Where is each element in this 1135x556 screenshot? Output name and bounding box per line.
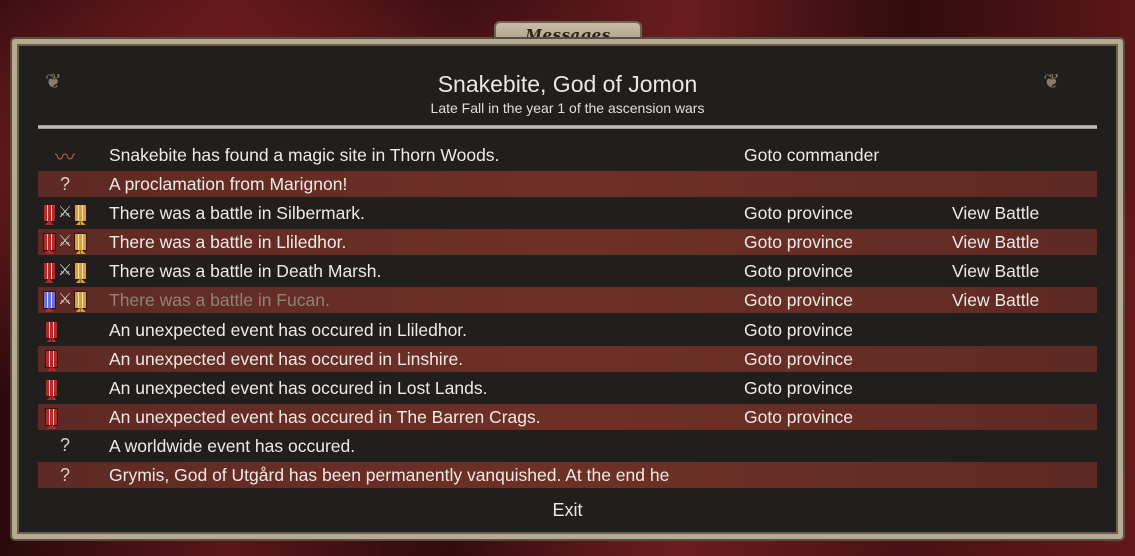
list-item: ⚔ There was a battle in Fucan. Goto prov…	[17, 287, 1118, 314]
battle-icon: ⚔	[35, 230, 95, 255]
goto-province-button[interactable]: Goto province	[744, 232, 853, 253]
list-item: An unexpected event has occured in Lost …	[17, 375, 1118, 401]
list-item: An unexpected event has occured in Llile…	[17, 317, 1118, 343]
message-text[interactable]: A proclamation from Marignon!	[109, 174, 347, 195]
list-item: An unexpected event has occured in The B…	[17, 403, 1118, 430]
banner-icon	[35, 405, 95, 429]
goto-province-button[interactable]: Goto province	[744, 203, 853, 224]
message-text[interactable]: A worldwide event has occured.	[109, 436, 355, 457]
list-item: 〰 Snakebite has found a magic site in Th…	[17, 142, 1118, 169]
exit-button[interactable]: Exit	[17, 500, 1118, 521]
view-battle-button[interactable]: View Battle	[952, 261, 1039, 282]
list-item: ⚔ There was a battle in Lliledhor. Goto …	[17, 229, 1118, 256]
message-text[interactable]: An unexpected event has occured in The B…	[109, 407, 541, 428]
goto-province-button[interactable]: Goto province	[744, 290, 853, 311]
list-item: ⚔ There was a battle in Silbermark. Goto…	[17, 200, 1118, 226]
goto-commander-button[interactable]: Goto commander	[744, 145, 879, 166]
banner-icon	[35, 376, 95, 400]
message-text[interactable]: There was a battle in Death Marsh.	[109, 261, 381, 282]
question-icon: ?	[59, 173, 70, 194]
list-item: ? Grymis, God of Utgård has been permane…	[17, 462, 1118, 489]
banner-icon	[35, 318, 95, 342]
message-text[interactable]: Grymis, God of Utgård has been permanent…	[109, 465, 669, 486]
message-text[interactable]: There was a battle in Lliledhor.	[109, 232, 346, 253]
goto-province-button[interactable]: Goto province	[744, 349, 853, 370]
goto-province-button[interactable]: Goto province	[744, 407, 853, 428]
page-title: Snakebite, God of Jomon	[437, 71, 698, 97]
battle-icon: ⚔	[35, 288, 95, 313]
goto-province-button[interactable]: Goto province	[744, 320, 853, 341]
message-list: 〰 Snakebite has found a magic site in Th…	[17, 142, 1118, 491]
message-text[interactable]: There was a battle in Fucan.	[109, 290, 330, 311]
message-text[interactable]: An unexpected event has occured in Linsh…	[109, 349, 463, 370]
question-icon: ?	[59, 435, 70, 456]
page-subtitle: Late Fall in the year 1 of the ascension…	[430, 100, 705, 116]
list-item: ⚔ There was a battle in Death Marsh. Got…	[17, 258, 1118, 284]
view-battle-button[interactable]: View Battle	[952, 290, 1039, 311]
battle-icon: ⚔	[35, 201, 95, 226]
view-battle-button[interactable]: View Battle	[952, 232, 1039, 253]
message-text[interactable]: An unexpected event has occured in Lost …	[109, 378, 487, 399]
question-icon: ?	[59, 464, 70, 485]
message-text[interactable]: An unexpected event has occured in Llile…	[109, 320, 467, 341]
goto-province-button[interactable]: Goto province	[744, 378, 853, 399]
view-battle-button[interactable]: View Battle	[952, 203, 1039, 224]
messages-window: ❦ ❦ Snakebite, God of Jomon Late Fall in…	[12, 39, 1123, 539]
list-item: An unexpected event has occured in Linsh…	[17, 345, 1118, 372]
battle-icon: ⚔	[35, 259, 95, 284]
list-item: ? A worldwide event has occured.	[17, 433, 1118, 459]
list-item: ? A proclamation from Marignon!	[17, 171, 1118, 198]
message-text[interactable]: There was a battle in Silbermark.	[109, 203, 365, 224]
message-text[interactable]: Snakebite has found a magic site in Thor…	[109, 145, 499, 166]
divider	[38, 125, 1097, 129]
banner-icon	[35, 347, 95, 371]
snake-icon: 〰	[55, 146, 75, 169]
goto-province-button[interactable]: Goto province	[744, 261, 853, 282]
